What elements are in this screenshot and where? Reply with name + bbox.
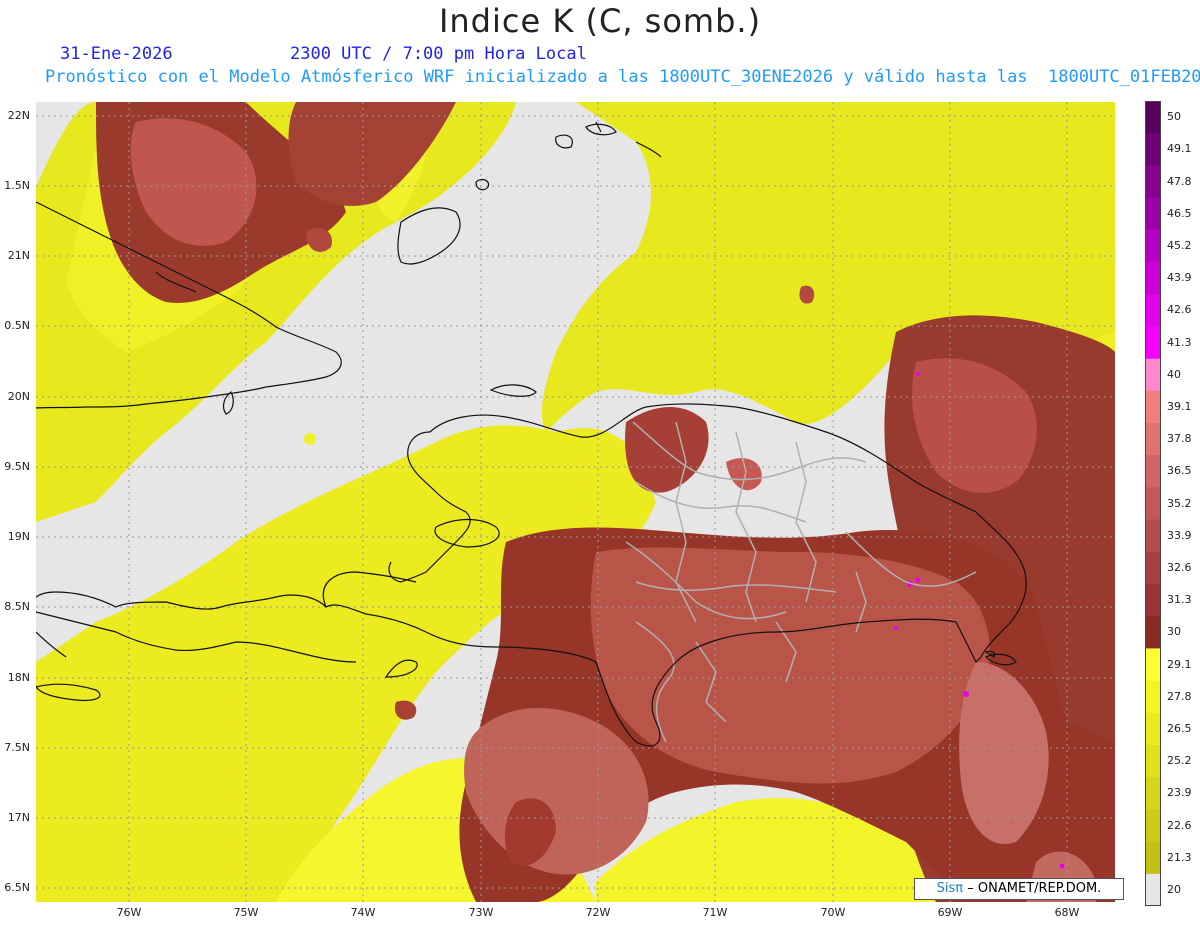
color-scale-label: 21.3 xyxy=(1167,850,1192,864)
lon-label: 74W xyxy=(350,906,376,919)
color-scale-label: 42.6 xyxy=(1167,303,1192,317)
color-scale-swatch xyxy=(1145,101,1161,134)
lon-label: 73W xyxy=(468,906,494,919)
lat-label: 17N xyxy=(7,811,30,824)
color-scale-label: 32.6 xyxy=(1167,560,1192,574)
color-scale-bar xyxy=(1145,101,1161,906)
lat-label: 9.5N xyxy=(4,460,30,473)
color-scale-swatch xyxy=(1145,680,1161,714)
color-scale-label: 25.2 xyxy=(1167,754,1192,768)
color-scale-swatch xyxy=(1145,519,1161,553)
color-scale-swatch xyxy=(1145,133,1161,166)
lat-label: 1.5N xyxy=(4,179,30,192)
color-scale-swatch xyxy=(1145,777,1161,810)
k-index-map xyxy=(36,102,1115,902)
color-scale-label: 46.5 xyxy=(1167,206,1192,220)
color-scale-swatch xyxy=(1145,165,1161,199)
color-scale-swatch xyxy=(1145,262,1161,295)
color-scale-swatch xyxy=(1145,229,1161,263)
forecast-date: 31-Ene-2026 xyxy=(60,44,173,64)
color-scale-swatch xyxy=(1145,197,1161,231)
lat-label: 0.5N xyxy=(4,319,30,332)
lat-label: 8.5N xyxy=(4,600,30,613)
credit-text: – ONAMET/REP.DOM. xyxy=(967,881,1102,896)
credit-box: Sisπ – ONAMET/REP.DOM. xyxy=(914,878,1124,900)
lat-label: 18N xyxy=(7,671,30,684)
color-scale-swatch xyxy=(1145,745,1161,778)
color-scale-swatch xyxy=(1145,873,1161,906)
color-scale-label: 35.2 xyxy=(1167,496,1192,510)
forecast-time: 2300 UTC / 7:00 pm Hora Local xyxy=(290,44,587,64)
color-scale-label: 23.9 xyxy=(1167,786,1192,800)
lon-label: 70W xyxy=(820,906,846,919)
lon-label: 69W xyxy=(937,906,963,919)
color-scale-swatch xyxy=(1145,551,1161,585)
color-scale-label: 30 xyxy=(1167,625,1181,639)
color-scale-label: 27.8 xyxy=(1167,689,1192,703)
lat-label: 22N xyxy=(7,109,30,122)
color-scale-swatch xyxy=(1145,294,1161,327)
lon-label: 75W xyxy=(233,906,259,919)
color-scale-swatch xyxy=(1145,584,1161,617)
color-scale-swatch xyxy=(1145,712,1161,746)
color-scale-label: 45.2 xyxy=(1167,238,1192,252)
map-title: Indice K (C, somb.) xyxy=(438,2,762,40)
color-scale-label: 33.9 xyxy=(1167,528,1192,542)
color-scale-label: 40 xyxy=(1167,367,1181,381)
lon-label: 68W xyxy=(1054,906,1080,919)
color-scale-label: 47.8 xyxy=(1167,174,1192,188)
color-scale-label: 31.3 xyxy=(1167,593,1192,607)
lat-label: 6.5N xyxy=(4,881,30,894)
color-scale-swatch xyxy=(1145,390,1161,424)
color-scale-label: 26.5 xyxy=(1167,721,1192,735)
lat-label: 19N xyxy=(7,530,30,543)
color-scale-swatch xyxy=(1145,423,1161,456)
color-scale-swatch xyxy=(1145,809,1161,843)
color-scale-swatch xyxy=(1145,648,1161,682)
color-scale-swatch xyxy=(1145,326,1161,360)
color-scale-swatch xyxy=(1145,616,1161,649)
lat-label: 21N xyxy=(7,249,30,262)
color-scale-label: 37.8 xyxy=(1167,432,1192,446)
color-scale-swatch xyxy=(1145,487,1161,521)
color-scale-swatch xyxy=(1145,455,1161,488)
color-scale-swatch xyxy=(1145,358,1161,392)
color-scale-label: 39.1 xyxy=(1167,399,1192,413)
color-scale-label: 22.6 xyxy=(1167,818,1192,832)
color-scale-label: 43.9 xyxy=(1167,271,1192,285)
color-scale-swatch xyxy=(1145,841,1161,875)
color-scale-label: 50 xyxy=(1167,110,1181,124)
color-scale-label: 29.1 xyxy=(1167,657,1192,671)
color-scale-label: 20 xyxy=(1167,882,1181,896)
color-scale-label: 36.5 xyxy=(1167,464,1192,478)
forecast-info: Pronóstico con el Modelo Atmósferico WRF… xyxy=(45,67,1200,87)
color-scale-label: 49.1 xyxy=(1167,142,1192,156)
lat-label: 20N xyxy=(7,390,30,403)
color-scale-label: 41.3 xyxy=(1167,335,1192,349)
lon-label: 76W xyxy=(116,906,142,919)
lon-label: 71W xyxy=(702,906,728,919)
lat-label: 7.5N xyxy=(4,741,30,754)
lon-label: 72W xyxy=(585,906,611,919)
sispi-logo: Sisπ xyxy=(936,881,964,896)
